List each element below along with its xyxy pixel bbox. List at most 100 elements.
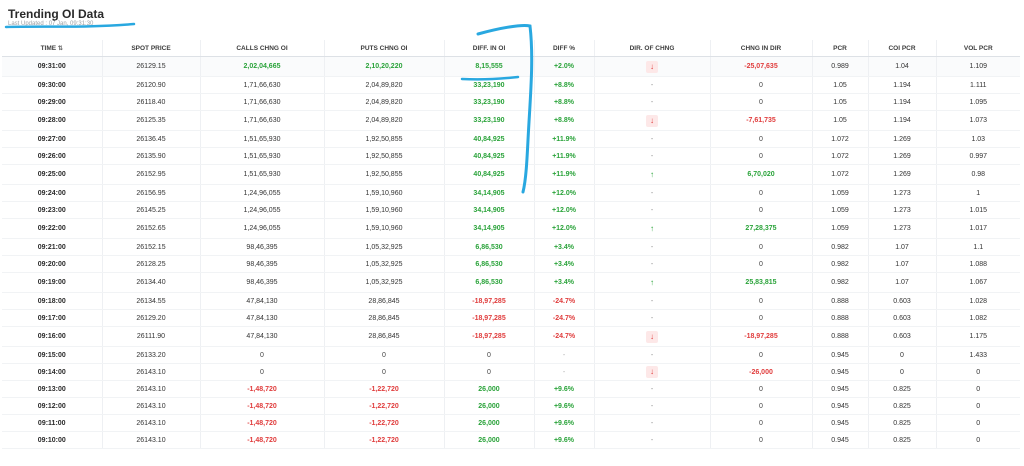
cell-vol: 1.088 [935,255,1020,273]
cell-pcr: 1.05 [811,76,868,94]
cell-time: 09:13:00 [2,380,102,398]
cell-diffpct: - [533,346,594,364]
cell-vol: 1.082 [935,309,1020,327]
cell-coi: 0.825 [867,397,936,415]
arrow-down-icon: ↓ [646,60,658,73]
cell-coi: 0 [867,363,936,381]
arrow-down-icon: ↓ [646,366,658,378]
dir-none: - [650,385,654,393]
cell-puts: 1,92,50,855 [323,147,444,165]
cell-chng: -18,97,285 [709,326,812,347]
cell-vol: 0 [935,414,1020,432]
table-header-row: TIME ⇅ SPOT PRICE CALLS CHNG OI PUTS CHN… [2,40,1020,57]
dir-none: - [650,314,654,322]
cell-diffpct: +9.6% [533,380,594,398]
cell-coi: 1.269 [867,130,936,148]
cell-time: 09:15:00 [2,346,102,364]
cell-pcr: 0.945 [811,414,868,432]
cell-puts: 2,04,89,820 [323,110,444,131]
cell-puts: 1,59,10,960 [323,201,444,219]
cell-pcr: 1.072 [811,147,868,165]
cell-spot: 26118.40 [101,93,200,111]
cell-dir: - [593,184,710,202]
cell-coi: 1.194 [867,76,936,94]
cell-puts: 1,05,32,925 [323,272,444,293]
cell-dir: - [593,147,710,165]
cell-diff: -18,97,285 [443,309,534,327]
cell-diff: 6,86,530 [443,238,534,256]
cell-diffpct: -24.7% [533,309,594,327]
col-diff-header: DIFF. IN OI [443,40,534,57]
cell-vol: 1.433 [935,346,1020,364]
cell-coi: 0.825 [867,414,936,432]
col-puts-header: PUTS CHNG OI [323,40,444,57]
cell-time: 09:20:00 [2,255,102,273]
cell-chng: 0 [709,346,812,364]
cell-time: 09:29:00 [2,93,102,111]
table-row: 09:30:00 26120.90 1,71,66,630 2,04,89,820 33… [2,76,1020,94]
table-row: 09:28:00 26125.35 1,71,66,630 2,04,89,820 33… [2,110,1020,131]
cell-vol: 1.111 [935,76,1020,94]
cell-diffpct: +11.9% [533,147,594,165]
cell-diffpct: -24.7% [533,326,594,347]
col-time-label: TIME [40,44,57,52]
cell-calls: 47,84,130 [199,309,324,327]
cell-puts: 2,10,20,220 [323,56,444,77]
cell-calls: -1,48,720 [199,431,324,449]
cell-time: 09:10:00 [2,431,102,449]
cell-diff: 34,14,905 [443,184,534,202]
cell-diff: 40,84,925 [443,164,534,185]
col-time-header[interactable]: TIME ⇅ [2,40,102,57]
cell-pcr: 0.982 [811,255,868,273]
cell-diff: 33,23,190 [443,76,534,94]
cell-dir: - [593,130,710,148]
cell-puts: 28,86,845 [323,309,444,327]
cell-puts: -1,22,720 [323,431,444,449]
cell-vol: 1.03 [935,130,1020,148]
cell-coi: 1.04 [867,56,936,77]
cell-spot: 26111.90 [101,326,200,347]
cell-chng: 27,28,375 [709,218,812,239]
cell-coi: 1.273 [867,218,936,239]
cell-vol: 1.1 [935,238,1020,256]
table-row: 09:26:00 26135.90 1,51,65,930 1,92,50,855 40… [2,147,1020,165]
arrow-up-icon: ↑ [650,169,654,179]
cell-dir: - [593,414,710,432]
cell-dir: - [593,238,710,256]
cell-time: 09:21:00 [2,238,102,256]
cell-spot: 26152.95 [101,164,200,185]
table-row: 09:27:00 26136.45 1,51,65,930 1,92,50,855 40… [2,130,1020,148]
cell-calls: 1,51,65,930 [199,130,324,148]
cell-chng: 0 [709,238,812,256]
cell-calls: 1,24,96,055 [199,201,324,219]
cell-spot: 26152.15 [101,238,200,256]
cell-vol: 0.997 [935,147,1020,165]
cell-chng: 0 [709,397,812,415]
cell-pcr: 0.945 [811,380,868,398]
cell-spot: 26133.20 [101,346,200,364]
cell-spot: 26129.20 [101,309,200,327]
cell-diffpct: +9.6% [533,414,594,432]
cell-puts: -1,22,720 [323,380,444,398]
cell-puts: 1,05,32,925 [323,255,444,273]
cell-coi: 0.825 [867,380,936,398]
cell-diff: 0 [443,363,534,381]
cell-diff: -18,97,285 [443,326,534,347]
col-pcr-header: PCR [811,40,868,57]
cell-diffpct: +8.8% [533,76,594,94]
cell-dir: - [593,255,710,273]
cell-spot: 26143.10 [101,380,200,398]
cell-time: 09:16:00 [2,326,102,347]
table-row: 09:21:00 26152.15 98,46,395 1,05,32,925 6,86… [2,238,1020,256]
cell-time: 09:18:00 [2,292,102,310]
cell-vol: 0 [935,431,1020,449]
cell-coi: 1.07 [867,255,936,273]
cell-coi: 1.07 [867,272,936,293]
sort-icon[interactable]: ⇅ [58,46,63,52]
cell-diff: 33,23,190 [443,93,534,111]
cell-pcr: 0.989 [811,56,868,77]
arrow-down-icon: ↓ [646,114,658,127]
cell-chng: 0 [709,431,812,449]
cell-pcr: 0.945 [811,346,868,364]
cell-spot: 26129.15 [101,56,200,77]
